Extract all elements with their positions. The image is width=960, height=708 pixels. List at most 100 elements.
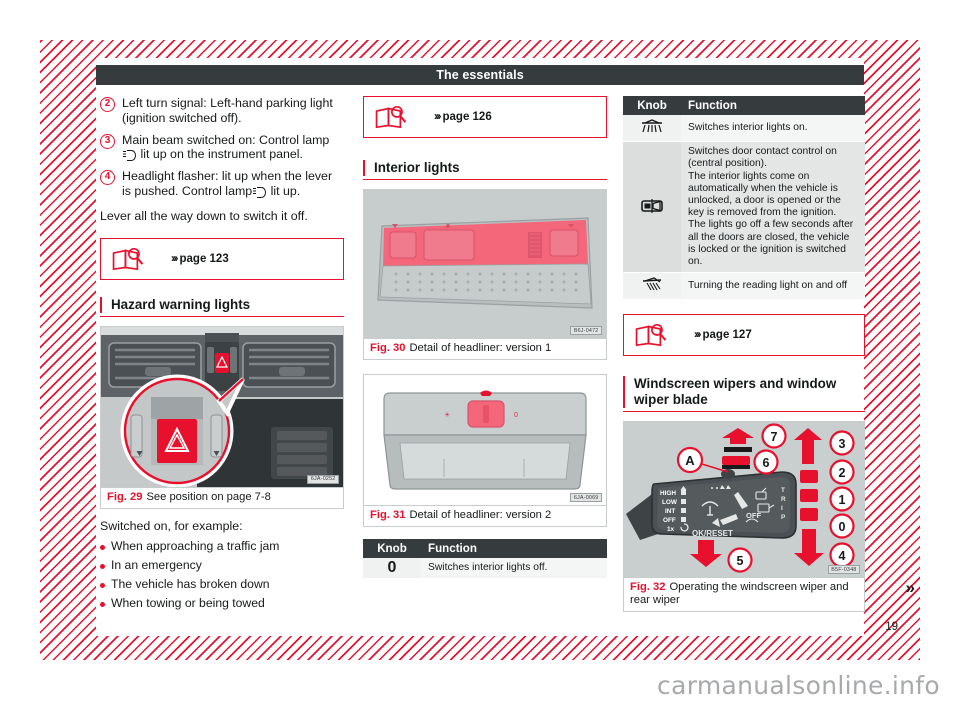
knob-function-table-mid: Knob Function 0 Switches interior lights… [363,539,607,580]
figure-32-number: Fig. 32 [630,581,666,594]
reference-arrows: ››› [171,252,178,265]
svg-text:T: T [781,487,785,494]
item-number-badge: 4 [100,170,115,186]
reference-label: ››› page 126 [434,111,492,123]
item-text-tail: lit up on the instrument panel. [137,147,303,162]
reference-arrows: ››› [694,329,701,342]
table-row: Switches interior lights on. [623,115,865,143]
figure-30-caption-text: Detail of headliner: version 1 [409,342,552,354]
svg-text:R: R [781,496,786,503]
list-item: 2 Left turn signal: Left-hand parking li… [100,96,344,126]
svg-text:1: 1 [839,493,846,507]
left-column: 2 Left turn signal: Left-hand parking li… [100,96,344,611]
svg-text:INT: INT [665,508,675,515]
table-header-knob: Knob [623,96,681,115]
item-number-badge: 2 [100,97,115,112]
svg-text:A: A [685,453,695,468]
bullet-text: The vehicle has broken down [111,577,270,592]
function-text: Switches interior lights off. [421,558,607,580]
reference-label: ››› page 123 [171,253,229,265]
bullet-list: When approaching a traffic jam In an eme… [100,539,344,611]
dome-light-icon [642,119,662,133]
wiper-stalk-illustration: HIGH LOW INT OFF 1x OFF TR IP OK/RESET A… [624,422,864,578]
reference-box-page126[interactable]: ››› page 126 [363,96,607,138]
list-item: When approaching a traffic jam [100,539,344,554]
section-heading-wipers: Windscreen wipers and window wiper blade [623,376,865,409]
item-text-main: Headlight flasher: lit up when the lever… [122,169,333,198]
bullet-icon [100,602,105,608]
reading-light-icon [642,277,662,291]
function-text: Switches interior lights on. [681,115,865,143]
headliner-v2-illustration: ☀ 0 [364,375,606,505]
figure-31-code: 6JA-0069 [570,493,602,502]
watermark: carmanualsonline.info [657,671,940,700]
item-text-main: Main beam switched on: Control lamp [122,132,330,147]
figure-32-code: B5F-0348 [827,565,860,575]
bullet-icon [100,564,105,570]
main-beam-lamp-icon [123,150,136,162]
reference-page: page 127 [702,329,752,342]
reference-arrows: ››› [434,111,441,123]
item-text: Main beam switched on: Control lamp lit … [122,133,344,163]
table-header-function: Function [421,539,607,558]
heading-rule [623,411,865,413]
figure-32-caption: Fig. 32 Operating the windscreen wiper an… [624,577,864,611]
figure-32-image: HIGH LOW INT OFF 1x OFF T R I P OK/RESET… [624,422,864,578]
table-header-knob: Knob [363,539,421,558]
table-row: Turning the reading light on and off [623,272,865,301]
figure-31-caption-text: Detail of headliner: version 2 [409,509,552,521]
reference-label: ››› page 127 [694,329,752,341]
page-number: 19 [885,621,898,633]
table-row: Switches door contact control on (centra… [623,141,865,274]
ok-reset-label: OK/RESET [692,529,733,538]
svg-text:0: 0 [514,412,518,419]
svg-text:0: 0 [839,520,846,534]
svg-text:3: 3 [839,437,846,451]
figure-29-code: 6JA-0252 [307,474,339,484]
reference-page: page 123 [179,252,229,265]
svg-text:2: 2 [839,466,846,480]
table-row: 0 Switches interior lights off. [363,558,607,580]
door-contact-icon [641,199,663,214]
list-item: 3 Main beam switched on: Control lamp li… [100,133,344,163]
book-search-icon [375,105,407,129]
bullet-text: In an emergency [111,558,202,573]
knob-function-table-right: Knob Function Switches interior lights o… [623,96,865,301]
knob-icon-cell [623,141,681,274]
svg-text:I: I [781,505,783,512]
figure-29-number: Fig. 29 [107,490,143,503]
continue-chevron-icon: » [905,578,916,597]
svg-text:4: 4 [839,549,846,563]
list-item: The vehicle has broken down [100,577,344,592]
table-header-function: Function [681,96,865,115]
item-number-badge: 3 [100,133,115,149]
figure-31-number: Fig. 31 [370,509,406,521]
page-title: The essentials [96,65,864,85]
table-header-row: Knob Function [363,539,607,558]
figure-30-caption: Fig. 30 Detail of headliner: version 1 [364,338,606,359]
heading-rule [100,315,344,317]
main-beam-lamp-icon [253,186,267,198]
knob-value: 0 [363,558,421,580]
figure-30-code: B6J-0472 [570,326,602,335]
reference-box-page123[interactable]: ››› page 123 [100,237,344,280]
svg-text:P: P [781,514,786,521]
right-column: Knob Function Switches interior lights o… [623,96,865,613]
knob-icon-cell [623,115,681,143]
table-header-row: Knob Function [623,96,865,115]
figure-29-caption: Fig. 29 See position on page 7-8 [101,486,343,508]
book-search-icon [112,247,144,270]
headliner-v1-illustration [364,190,606,338]
svg-text:OFF: OFF [663,517,676,524]
book-search-icon [635,324,667,347]
middle-column: ››› page 126 Interior lights B6J-0472 Fi… [363,96,607,580]
reference-box-page127[interactable]: ››› page 127 [623,314,865,357]
svg-text:1x: 1x [667,526,675,533]
list-item: 4 Headlight flasher: lit up when the lev… [100,169,344,199]
svg-text:7: 7 [771,430,778,444]
item-text: Headlight flasher: lit up when the lever… [122,169,344,199]
figure-30-number: Fig. 30 [370,342,406,354]
item-text: Left turn signal: Left-hand parking ligh… [122,96,344,126]
list-item: In an emergency [100,558,344,573]
item-text-main: Left turn signal: Left-hand parking ligh… [122,96,333,125]
